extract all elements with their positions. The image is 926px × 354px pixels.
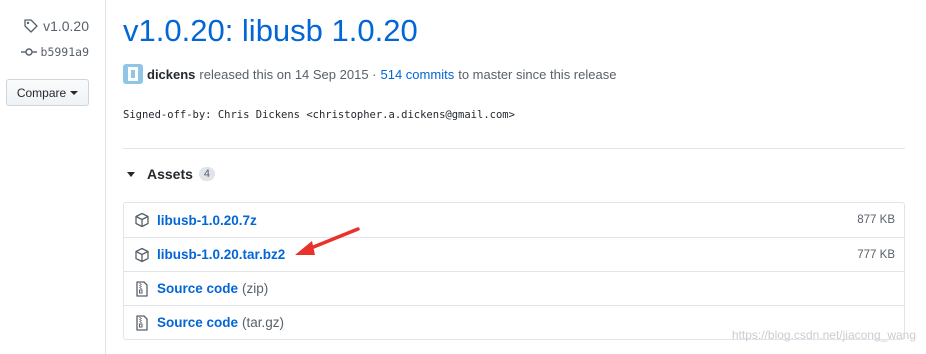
commits-link[interactable]: 514 commits bbox=[381, 67, 455, 82]
commit-link[interactable]: b5991a9 bbox=[20, 45, 89, 59]
assets-heading: Assets bbox=[147, 166, 193, 182]
since-text: to master since this release bbox=[458, 66, 617, 82]
released-text: released this on 14 Sep 2015 · bbox=[199, 66, 377, 82]
release-body: Signed-off-by: Chris Dickens <christophe… bbox=[123, 109, 515, 121]
package-icon bbox=[135, 212, 149, 228]
asset-row[interactable]: libusb-1.0.20.tar.bz2 777 KB bbox=[124, 237, 904, 271]
commit-sha: b5991a9 bbox=[40, 45, 89, 59]
release-meta: dickens released this on 14 Sep 2015 · 5… bbox=[123, 64, 616, 84]
source-row[interactable]: Source code (zip) bbox=[124, 271, 904, 305]
compare-label: Compare bbox=[16, 85, 67, 100]
author-link[interactable]: dickens bbox=[147, 67, 195, 82]
asset-size: 777 KB bbox=[857, 248, 895, 261]
file-zip-icon bbox=[136, 280, 148, 297]
source-format: (tar.gz) bbox=[242, 315, 285, 330]
source-format: (zip) bbox=[242, 281, 269, 296]
asset-size: 877 KB bbox=[857, 214, 895, 226]
tag-icon bbox=[24, 19, 38, 33]
avatar[interactable] bbox=[123, 64, 143, 84]
release-sidebar: v1.0.20 b5991a9 Compare bbox=[0, 0, 106, 354]
compare-button[interactable]: Compare bbox=[6, 79, 89, 106]
file-zip-icon bbox=[136, 314, 148, 331]
assets-list: libusb-1.0.20.7z 877 KB libusb-1.0.20.ta… bbox=[123, 202, 905, 340]
watermark: https://blog.csdn.net/jiacong_wang bbox=[731, 328, 916, 342]
tag-link[interactable]: v1.0.20 bbox=[23, 18, 89, 34]
tag-name: v1.0.20 bbox=[43, 18, 89, 34]
triangle-down-icon bbox=[127, 171, 135, 177]
asset-link[interactable]: libusb-1.0.20.tar.bz2 bbox=[157, 247, 285, 262]
chevron-down-icon bbox=[70, 90, 79, 95]
source-zip-link[interactable]: Source code bbox=[157, 281, 238, 296]
assets-count-badge: 4 bbox=[198, 167, 216, 181]
source-targz-link[interactable]: Source code bbox=[157, 315, 238, 330]
release-title[interactable]: v1.0.20: libusb 1.0.20 bbox=[123, 13, 418, 49]
git-commit-icon bbox=[20, 48, 37, 56]
asset-link[interactable]: libusb-1.0.20.7z bbox=[157, 213, 257, 228]
package-icon bbox=[135, 247, 149, 262]
divider bbox=[123, 148, 905, 149]
asset-row[interactable]: libusb-1.0.20.7z 877 KB bbox=[124, 203, 904, 237]
assets-toggle[interactable]: Assets 4 bbox=[127, 166, 216, 182]
